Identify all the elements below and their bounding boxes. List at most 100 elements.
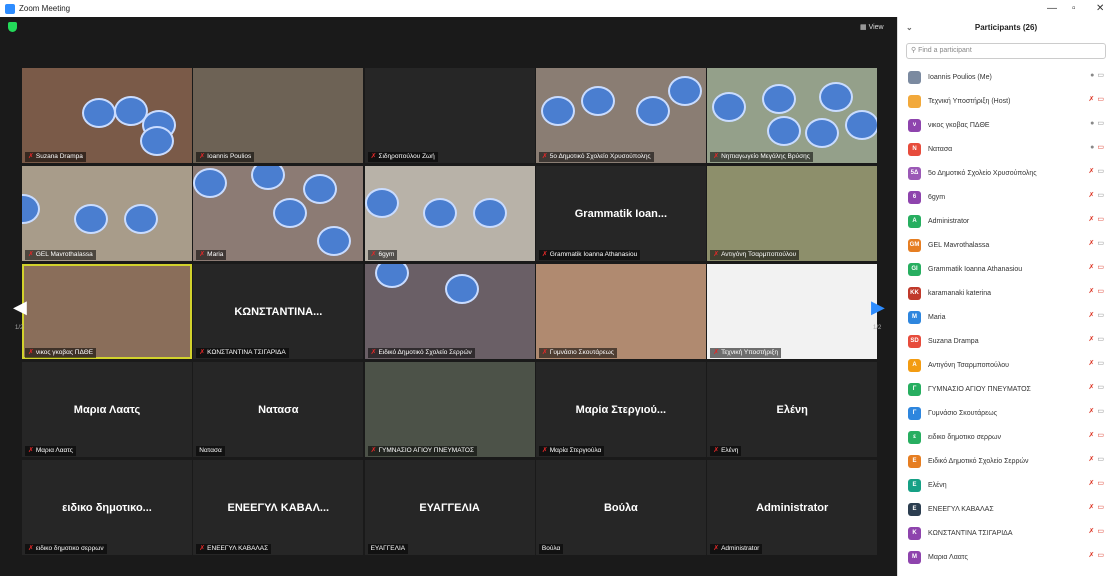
avatar: M	[908, 310, 921, 324]
participant-row[interactable]: GM GEL Mavrothalassa ✗ ▭	[898, 233, 1113, 257]
tile-display-name: Administrator	[756, 501, 829, 514]
participant-status-icons: ● ▭	[1090, 143, 1104, 151]
face-blur-mask	[124, 204, 158, 234]
participant-video-tile[interactable]: ✗ Αντιγόνη Τσαρμποπούλου	[707, 166, 878, 261]
participant-video-tile[interactable]: Grammatik Ioan... ✗ Grammatik Ioanna Athan…	[535, 166, 706, 261]
minimize-button[interactable]: —	[1047, 0, 1057, 17]
camera-off-icon: ▭	[1097, 552, 1104, 559]
avatar: E	[908, 478, 921, 492]
participant-row[interactable]: GI Grammatik Ioanna Athanasiou ✗ ▭	[898, 257, 1113, 281]
participant-row[interactable]: 5Δ 5ο Δημοτικό Σχολείο Χρυσούπολης ✗ ▭	[898, 161, 1113, 185]
participant-video-tile[interactable]: ✗ Ioannis Poulios	[193, 68, 364, 163]
maximize-button[interactable]: ▫	[1072, 0, 1076, 17]
participant-video-tile[interactable]: ✗ ΓΥΜΝΑΣΙΟ ΑΓΙΟΥ ΠΝΕΥΜΑΤΟΣ	[364, 362, 535, 457]
encryption-shield-icon[interactable]	[8, 22, 17, 32]
participant-row[interactable]: KK karamanaki katerina ✗ ▭	[898, 281, 1113, 305]
face-blur-mask	[845, 110, 878, 140]
participant-row[interactable]: Τεχνική Υποστήριξη (Host) ✗ ▭	[898, 89, 1113, 113]
next-page-arrow-icon[interactable]: ▶	[871, 297, 885, 318]
avatar: 5Δ	[908, 166, 921, 180]
face-blur-mask	[140, 126, 174, 156]
avatar: ε	[908, 430, 921, 444]
tile-name-label: ✗ Μαρία Στεργιούλα	[538, 446, 605, 456]
participant-row[interactable]: SD Suzana Drampa ✗ ▭	[898, 329, 1113, 353]
participant-video-tile[interactable]: Νατασα Νατασα	[193, 362, 364, 457]
participant-video-tile[interactable]: ΕΝΕΕΓΥΛ ΚΑΒΑΛ... ✗ ΕΝΕΕΓΥΛ ΚΑΒΑΛΑΣ	[193, 460, 364, 555]
participant-row[interactable]: A Administrator ✗ ▭	[898, 209, 1113, 233]
muted-mic-icon: ✗	[1088, 288, 1095, 295]
face-blur-mask	[444, 274, 479, 304]
close-button[interactable]: ✕	[1096, 0, 1104, 17]
participant-status-icons: ✗ ▭	[1089, 335, 1105, 343]
participant-video-tile[interactable]: ✗ νικος γκοβας ΠΔΘΕ	[22, 264, 192, 359]
participant-video-tile[interactable]: ειδικο δημοτικο... ✗ ειδικο δημοτικο σερρω…	[22, 460, 192, 555]
participant-row[interactable]: E ΕΝΕΕΓΥΛ ΚΑΒΑΛΑΣ ✗ ▭	[898, 497, 1113, 521]
view-button[interactable]: ▦ View	[860, 23, 884, 31]
participant-row[interactable]: Γ Γυμνάσιο Σκουτάρεως ✗ ▭	[898, 401, 1113, 425]
participant-row[interactable]: A Αντιγόνη Τσαρμποπούλου ✗ ▭	[898, 353, 1113, 377]
participant-name: Τεχνική Υποστήριξη (Host)	[928, 97, 1011, 105]
participant-video-tile[interactable]: ✗ 5ο Δημοτικό Σχολείο Χρυσούπολης	[535, 68, 706, 163]
participant-row[interactable]: ν νικος γκοβας ΠΔΘΕ ● ▭	[898, 113, 1113, 137]
avatar	[908, 70, 921, 84]
previous-page-arrow-icon[interactable]: ◀	[13, 297, 27, 318]
muted-mic-icon: ✗	[1088, 408, 1095, 415]
camera-icon: ▭	[1097, 168, 1104, 175]
tile-name-label: ✗ Administrator	[710, 544, 763, 554]
tile-name-label: ✗ Grammatik Ioanna Athanasiou	[538, 250, 641, 260]
participant-video-tile[interactable]: ΚΩΝΣΤΑΝΤΙΝΑ... ✗ ΚΩΝΣΤΑΝΤΙΝΑ ΤΣΙΓΑΡΙΔΑ	[193, 264, 364, 359]
participant-search-input[interactable]: ⚲ Find a participant	[906, 43, 1106, 59]
participant-video-tile[interactable]: Ελένη ✗ Ελένη	[707, 362, 878, 457]
participant-row[interactable]: 6 6gym ✗ ▭	[898, 185, 1113, 209]
participant-video-tile[interactable]: ✗ Γυμνάσιο Σκουτάρεως	[535, 264, 706, 359]
participant-row[interactable]: E Ελένη ✗ ▭	[898, 473, 1113, 497]
participant-video-tile[interactable]: ✗ Suzana Drampa	[22, 68, 192, 163]
participant-video-tile[interactable]: ΕΥΑΓΓΕΛΙΑ ΕΥΑΓΓΕΛΙΑ	[364, 460, 535, 555]
participant-video-tile[interactable]: ✗ Maria	[193, 166, 364, 261]
participant-video-tile[interactable]: Βούλα Βούλα	[535, 460, 706, 555]
participant-row[interactable]: K ΚΩΝΣΤΑΝΤΙΝΑ ΤΣΙΓΑΡΙΔΑ ✗ ▭	[898, 521, 1113, 545]
participant-name: Ειδικό Δημοτικό Σχολείο Σερρών	[928, 457, 1029, 465]
participant-name: ΓΥΜΝΑΣΙΟ ΑΓΙΟΥ ΠΝΕΥΜΑΤΟΣ	[928, 385, 1031, 393]
participant-video-tile[interactable]: ✗ GEL Mavrothalassa	[22, 166, 192, 261]
camera-off-icon: ▭	[1097, 480, 1104, 487]
face-blur-mask	[74, 204, 108, 234]
participant-video-tile[interactable]: ✗ 6gym	[364, 166, 535, 261]
tile-name-label: ✗ Maria	[196, 250, 227, 260]
tile-display-name: ΕΥΑΓΓΕΛΙΑ	[419, 501, 480, 514]
participant-video-tile[interactable]: ✗ Νηπιαγωγείο Μεγάλης Βρύσης	[707, 68, 878, 163]
zoom-app-icon	[5, 3, 15, 14]
participant-status-icons: ✗ ▭	[1089, 503, 1105, 511]
muted-mic-icon: ✗	[370, 349, 377, 356]
muted-mic-icon: ✗	[1088, 384, 1095, 391]
participant-video-tile[interactable]: ✗ Τεχνική Υποστήριξη	[707, 264, 878, 359]
participant-video-tile[interactable]: ✗ Ειδικό Δημοτικό Σχολείο Σερρών	[364, 264, 535, 359]
participant-status-icons: ✗ ▭	[1089, 479, 1105, 487]
participant-row[interactable]: Ioannis Poulios (Me) ● ▭	[898, 65, 1113, 89]
participant-status-icons: ✗ ▭	[1089, 287, 1105, 295]
participant-row[interactable]: E Ειδικό Δημοτικό Σχολείο Σερρών ✗ ▭	[898, 449, 1113, 473]
participant-row[interactable]: Γ ΓΥΜΝΑΣΙΟ ΑΓΙΟΥ ΠΝΕΥΜΑΤΟΣ ✗ ▭	[898, 377, 1113, 401]
muted-mic-icon: ✗	[28, 153, 34, 160]
participant-status-icons: ✗ ▭	[1089, 263, 1105, 271]
participant-status-icons: ✗ ▭	[1089, 311, 1105, 319]
collapse-chevron-icon[interactable]: ⌄	[906, 17, 913, 39]
face-blur-mask	[422, 198, 457, 228]
participant-name: Ioannis Poulios (Me)	[928, 73, 992, 81]
participant-video-tile[interactable]: Administrator ✗ Administrator	[707, 460, 878, 555]
participant-row[interactable]: M Maria ✗ ▭	[898, 305, 1113, 329]
participant-video-tile[interactable]: Μαρία Στεργιού... ✗ Μαρία Στεργιούλα	[535, 362, 706, 457]
muted-mic-icon: ✗	[199, 153, 206, 160]
participant-video-tile[interactable]: Μαρια Λαατς ✗ Μαρια Λαατς	[22, 362, 192, 457]
participant-row[interactable]: M Μαρια Λαατς ✗ ▭	[898, 545, 1113, 569]
camera-icon: ▭	[1097, 120, 1104, 127]
tile-name-label: ✗ Suzana Drampa	[25, 152, 86, 162]
avatar: ν	[908, 118, 921, 132]
participants-panel: ⌄ Participants (26) ⚲ Find a participant…	[897, 17, 1113, 576]
muted-mic-icon: ✗	[713, 545, 720, 552]
participant-name: karamanaki katerina	[928, 289, 992, 297]
participant-row[interactable]: ε ειδικο δημοτικο σερρων ✗ ▭	[898, 425, 1113, 449]
participant-row[interactable]: N Νατασα ● ▭	[898, 137, 1113, 161]
participant-video-tile[interactable]: ✗ Σιδηροπούλου Ζωή	[364, 68, 535, 163]
camera-off-icon: ▭	[1097, 144, 1104, 151]
